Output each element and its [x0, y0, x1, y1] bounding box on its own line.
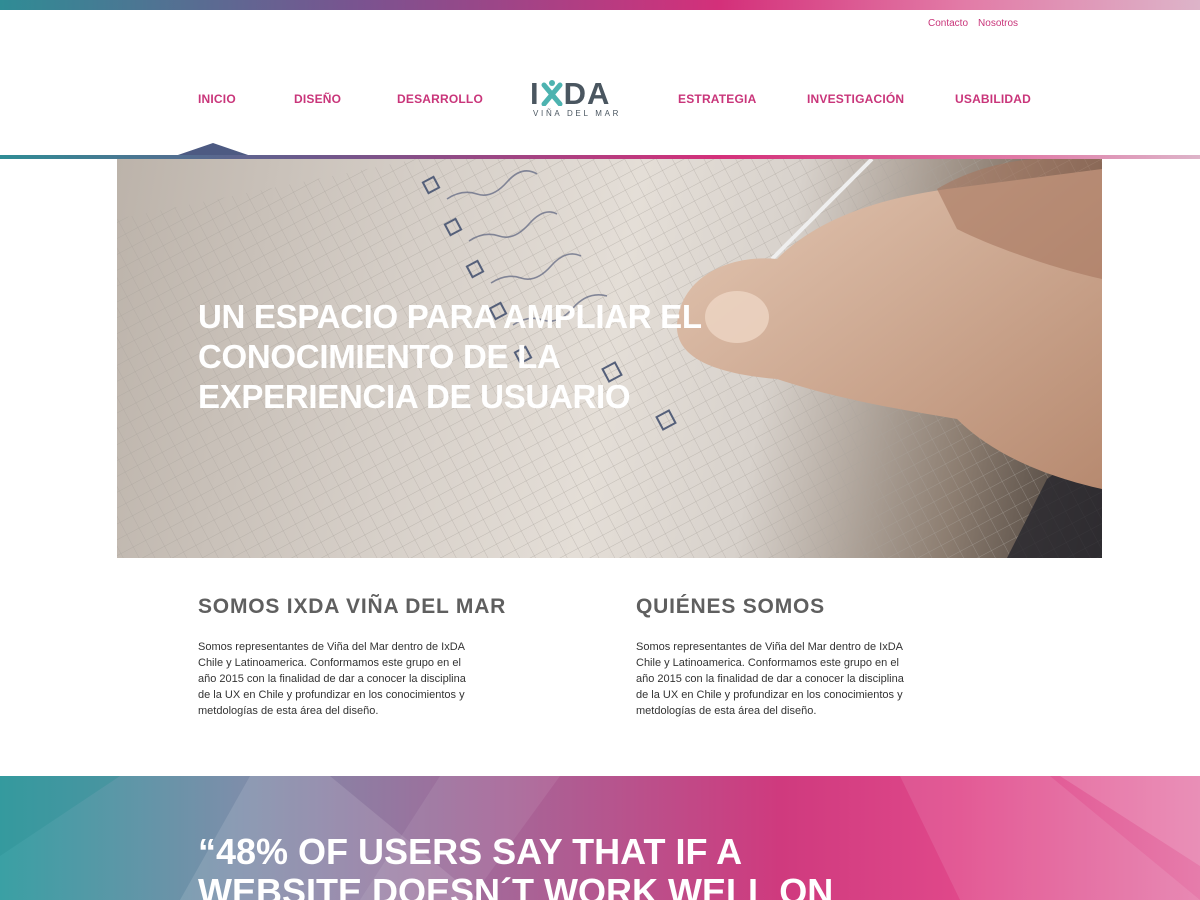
nav-item-desarrollo[interactable]: DESARROLLO: [397, 92, 483, 106]
section-about-ixda: SOMOS IXDA VIÑA DEL MAR Somos representa…: [198, 595, 518, 719]
nav-item-diseno[interactable]: DISEÑO: [294, 92, 341, 106]
section-who-we-are: QUIÉNES SOMOS Somos representantes de Vi…: [636, 595, 956, 719]
nav-item-usabilidad[interactable]: USABILIDAD: [955, 92, 1031, 106]
logo-subtitle: VIÑA DEL MAR: [533, 109, 622, 118]
nav-item-inicio[interactable]: INICIO: [198, 92, 236, 106]
section-body: Somos representantes de Viña del Mar den…: [636, 641, 904, 717]
nav-item-investigacion[interactable]: INVESTIGACIÓN: [807, 92, 904, 106]
section-title: QUIÉNES SOMOS: [636, 595, 825, 618]
main-nav: INICIO DISEÑO DESARROLLO I DA VIÑA DEL M…: [0, 0, 1200, 160]
hero-title: UN ESPACIO PARA AMPLIAR EL CONOCIMIENTO …: [198, 298, 702, 415]
logo-wordmark: I DA: [530, 76, 611, 111]
section-title: SOMOS IXDA VIÑA DEL MAR: [198, 595, 507, 618]
ixda-x-icon: [541, 80, 563, 107]
quote-text: “48% OF USERS SAY THAT IF A WEBSITE DOES…: [198, 831, 834, 900]
quote-banner: “48% OF USERS SAY THAT IF A WEBSITE DOES…: [0, 776, 1200, 900]
nav-item-estrategia[interactable]: ESTRATEGIA: [678, 92, 756, 106]
site-logo[interactable]: I DA VIÑA DEL MAR: [530, 78, 618, 120]
hero-banner: UN ESPACIO PARA AMPLIAR EL CONOCIMIENTO …: [117, 159, 1102, 558]
section-body: Somos representantes de Viña del Mar den…: [198, 641, 466, 717]
